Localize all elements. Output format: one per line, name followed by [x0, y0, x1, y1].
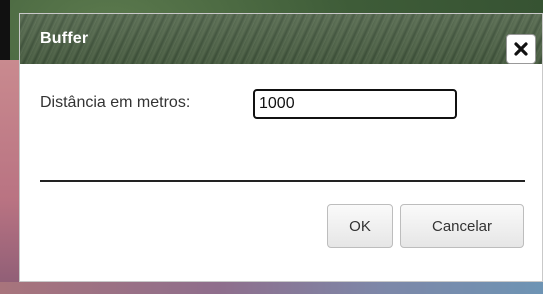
map-layer-strip — [0, 60, 20, 294]
dialog-title: Buffer — [40, 30, 89, 47]
map-layer-strip-bottom — [0, 282, 543, 294]
distance-label: Distância em metros: — [40, 94, 191, 111]
divider — [40, 180, 525, 182]
ok-button[interactable]: OK — [327, 204, 393, 248]
buffer-dialog: Buffer Distância em metros: OK Cancelar — [19, 13, 543, 282]
close-icon — [514, 42, 528, 56]
distance-input[interactable] — [253, 89, 457, 119]
dialog-titlebar[interactable]: Buffer — [20, 14, 542, 64]
close-button[interactable] — [506, 34, 536, 64]
cancel-button[interactable]: Cancelar — [400, 204, 524, 248]
